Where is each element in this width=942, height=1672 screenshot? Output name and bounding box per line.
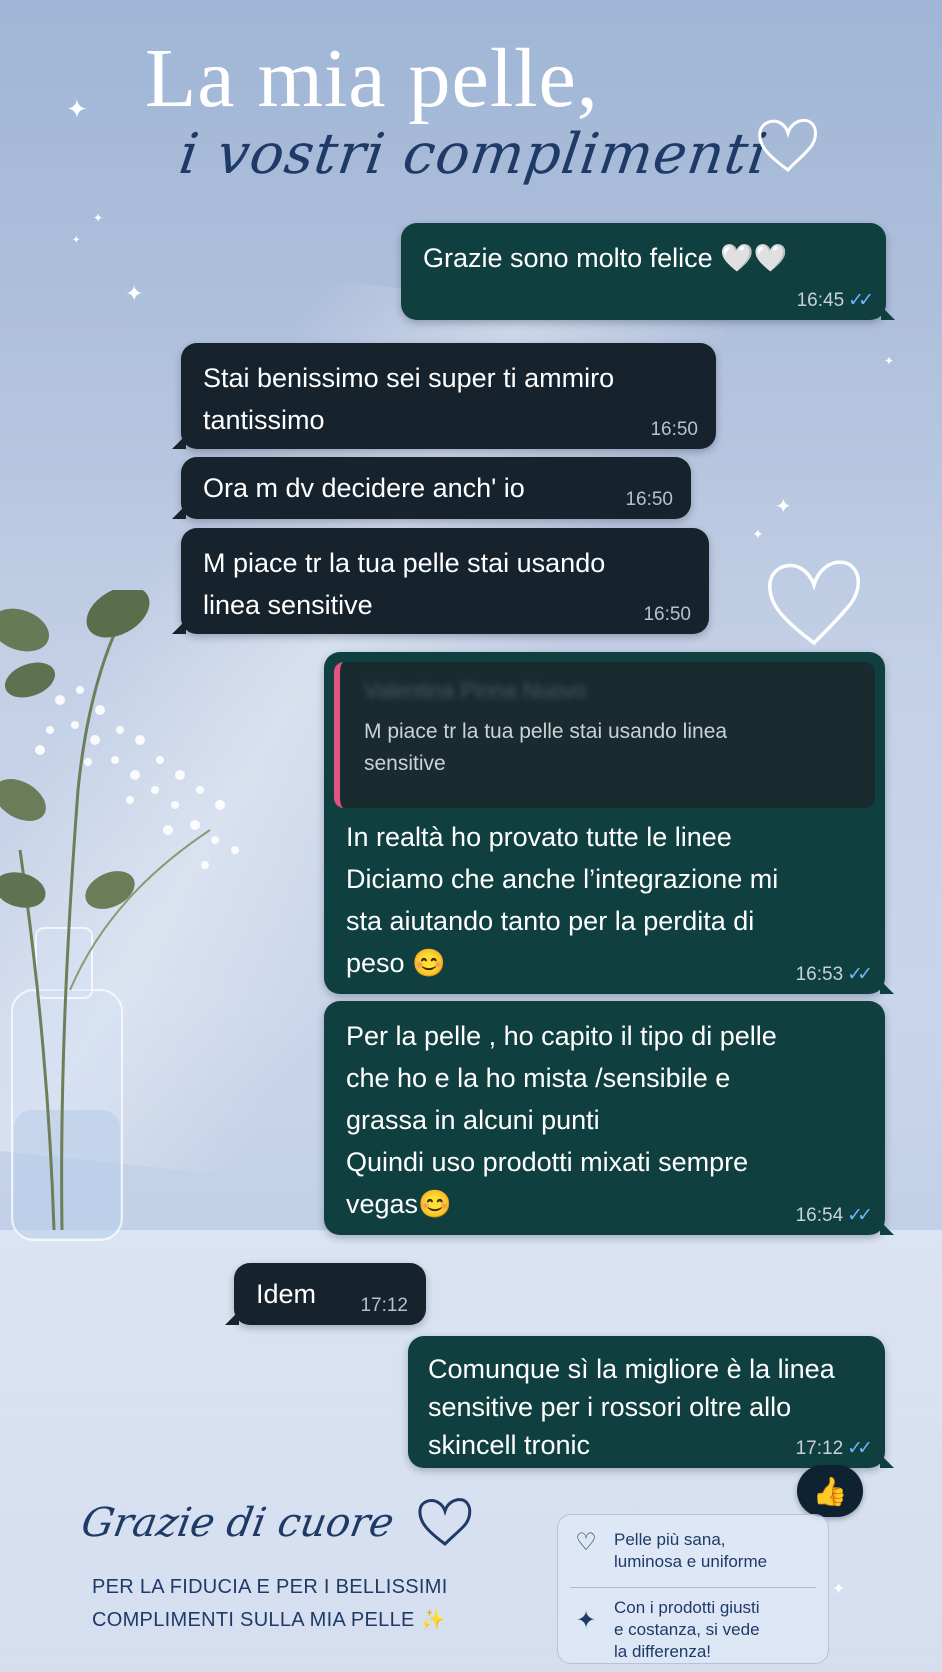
message-bubble-incoming[interactable]: Stai benissimo sei super ti ammiro tanti… [172, 343, 716, 449]
benefit-text: Pelle più sana, luminosa e uniforme [614, 1530, 768, 1571]
thanks-title: Grazie di cuore [77, 1500, 398, 1546]
message-time: 16:53 ✓✓ [795, 964, 873, 985]
benefits-card: ♡ Pelle più sana, luminosa e uniforme ✦ … [557, 1514, 829, 1664]
sparkle-icon: ✦ [575, 1607, 597, 1634]
sparkle-icon: ✦ [72, 235, 81, 246]
benefit-row: ✦ Con i prodotti giusti e costanza, si v… [558, 1597, 828, 1663]
message-text: M piace tr la tua pelle stai usando line… [203, 548, 606, 620]
sparkle-icon: ✦ [775, 496, 792, 518]
heart-outline-icon [768, 560, 860, 646]
message-time: 16:50 [643, 604, 691, 625]
sparkle-icon: ✦ [752, 526, 764, 542]
quoted-author: Valentina Pinna Nuovo [364, 678, 587, 703]
message-bubble-outgoing[interactable]: Grazie sono molto felice 🤍🤍 16:45 ✓✓ [401, 223, 895, 320]
message-bubble-outgoing[interactable]: Comunque sì la migliore è la linea sensi… [408, 1336, 894, 1468]
sparkle-icon: ✦ [93, 211, 104, 225]
sparkle-icon: ✦ [832, 1581, 846, 1598]
message-text: Stai benissimo sei super ti ammiro tanti… [203, 363, 615, 435]
message-time: 17:12 ✓✓ [795, 1438, 873, 1459]
thanks-line-2: COMPLIMENTI SULLA MIA PELLE ✨ [92, 1609, 446, 1631]
quoted-text: M piace tr la tua pelle stai usando line… [364, 720, 728, 775]
message-text: Per la pelle , ho capito il tipo di pell… [346, 1021, 777, 1219]
message-time: 16:54 ✓✓ [795, 1205, 873, 1226]
read-receipt-icon: ✓✓ [847, 964, 873, 985]
sparkle-icon: ✦ [884, 354, 895, 368]
message-text: Grazie sono molto felice 🤍🤍 [423, 243, 788, 273]
message-bubble-incoming[interactable]: Idem 17:12 [225, 1263, 426, 1325]
heart-icon: ♡ [575, 1529, 597, 1556]
eucalyptus-vase-decoration [0, 590, 239, 1241]
message-bubble-incoming[interactable]: M piace tr la tua pelle stai usando line… [172, 528, 709, 634]
quoted-reply[interactable]: Valentina Pinna Nuovo M piace tr la tua … [334, 662, 875, 808]
sparkle-icon: ✦ [66, 94, 88, 124]
page-subtitle: i vostri complimenti [175, 122, 772, 187]
message-text: Ora m dv decidere anch' io [203, 473, 525, 503]
read-receipt-icon: ✓✓ [847, 1438, 873, 1459]
heart-outline-icon [758, 118, 817, 173]
benefit-row: ♡ Pelle più sana, luminosa e uniforme [558, 1529, 828, 1573]
heart-outline-icon [418, 1498, 472, 1546]
read-receipt-icon: ✓✓ [848, 290, 874, 311]
message-time: 17:12 [360, 1295, 408, 1316]
divider [570, 1587, 816, 1588]
page-title: La mia pelle, [145, 32, 599, 125]
sparkle-icon: ✦ [125, 281, 144, 306]
message-time: 16:50 [625, 489, 673, 510]
message-time: 16:45 ✓✓ [796, 290, 874, 311]
message-text: In realtà ho provato tutte le linee Dici… [346, 822, 779, 978]
benefit-text: Con i prodotti giusti e costanza, si ved… [614, 1598, 760, 1661]
thanks-line-1: PER LA FIDUCIA E PER I BELLISSIMI [92, 1576, 448, 1598]
message-bubble-outgoing[interactable]: Per la pelle , ho capito il tipo di pell… [324, 1001, 894, 1235]
message-bubble-incoming[interactable]: Ora m dv decidere anch' io 16:50 [172, 457, 691, 519]
read-receipt-icon: ✓✓ [847, 1205, 873, 1226]
thumbs-up-reaction[interactable]: 👍 [797, 1465, 863, 1517]
thanks-subtitle: PER LA FIDUCIA E PER I BELLISSIMI COMPLI… [92, 1571, 448, 1637]
message-time: 16:50 [650, 419, 698, 440]
message-bubble-outgoing[interactable]: Valentina Pinna Nuovo M piace tr la tua … [324, 652, 894, 994]
